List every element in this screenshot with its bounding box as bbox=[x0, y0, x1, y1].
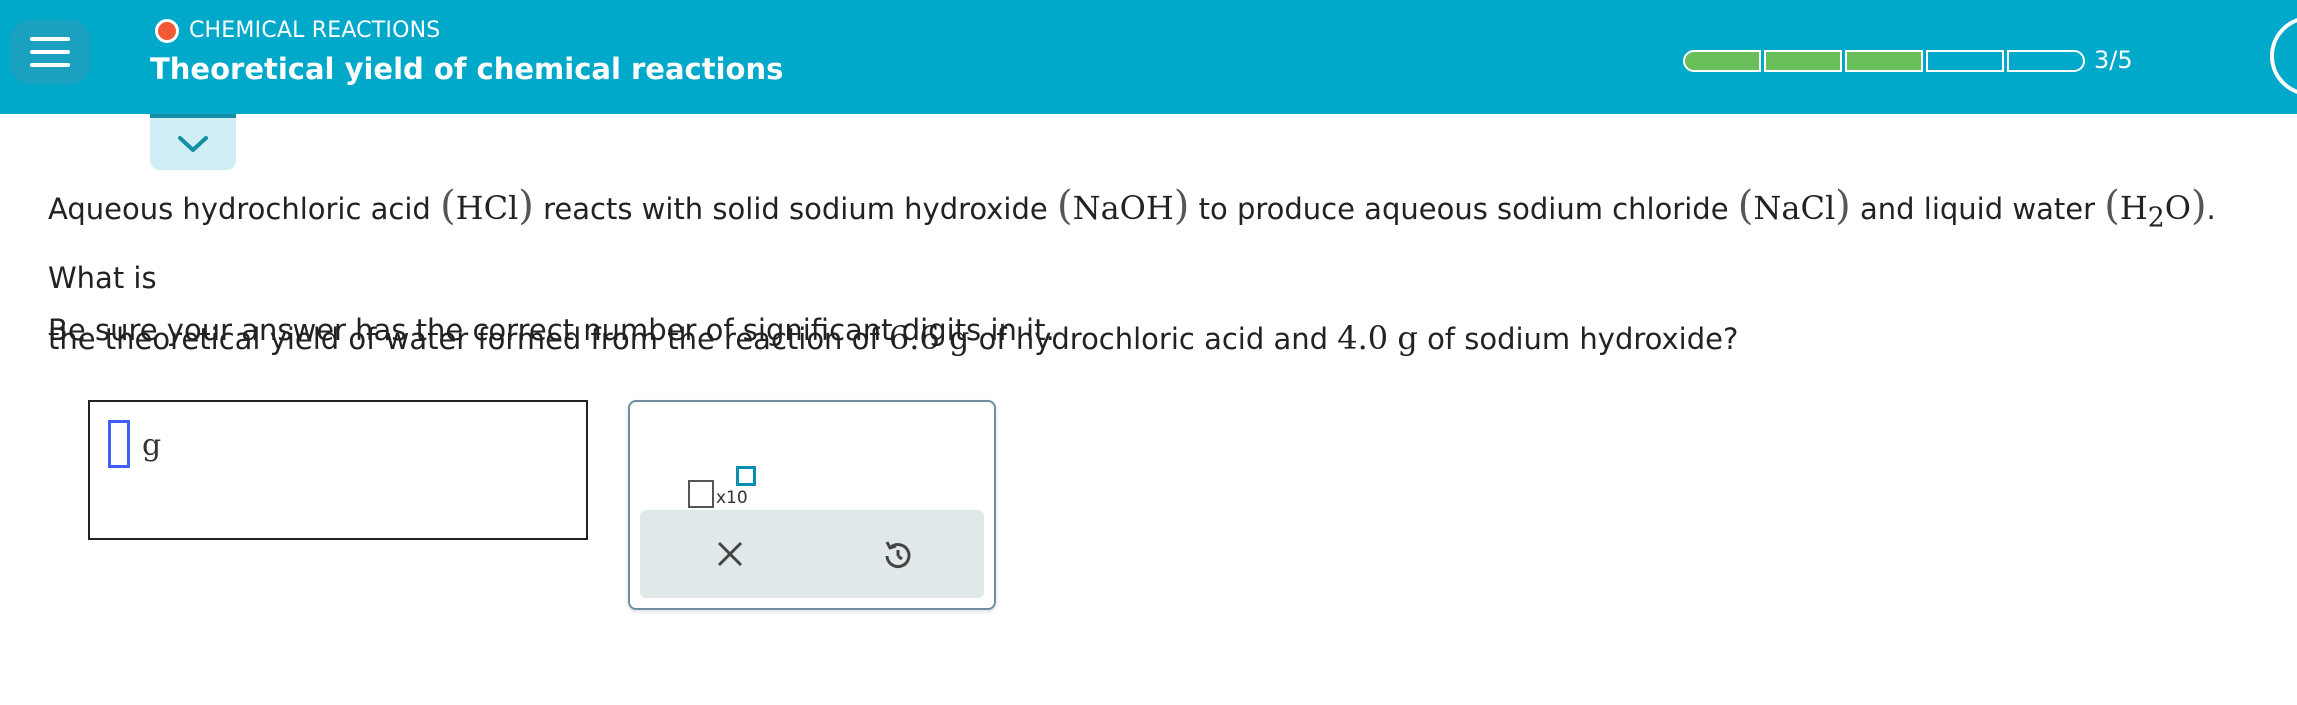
progress-count: 3/5 bbox=[2094, 46, 2133, 74]
undo-button[interactable] bbox=[878, 534, 918, 574]
sci-notation-label: x10 bbox=[716, 488, 748, 508]
instruction-text: Be sure your answer has the correct numb… bbox=[48, 313, 1055, 347]
progress-segment bbox=[2007, 50, 2085, 72]
help-button[interactable] bbox=[2270, 16, 2297, 96]
formula-h2o: H2O bbox=[2119, 189, 2191, 233]
formula-nacl: NaCl bbox=[1753, 189, 1836, 227]
progress-segment bbox=[1764, 50, 1842, 72]
header-bar: CHEMICAL REACTIONS Theoretical yield of … bbox=[0, 0, 2297, 114]
answer-unit: g bbox=[142, 428, 162, 463]
topic-text: CHEMICAL REACTIONS bbox=[189, 18, 441, 43]
exponent-box-icon bbox=[736, 466, 756, 486]
close-paren: ) bbox=[1835, 183, 1851, 229]
progress-segment bbox=[1926, 50, 2004, 72]
progress-bar bbox=[1683, 50, 2085, 72]
clear-button[interactable] bbox=[710, 534, 750, 574]
close-paren: ) bbox=[2190, 183, 2207, 229]
formula-subscript: 2 bbox=[2147, 202, 2165, 234]
question-fragment: of sodium hydroxide? bbox=[1427, 322, 1739, 357]
mass-value-naoh: 4.0 bbox=[1337, 319, 1389, 358]
chevron-down-icon bbox=[178, 136, 208, 152]
undo-icon bbox=[885, 541, 911, 569]
clear-icon bbox=[717, 541, 743, 567]
open-paren: ( bbox=[2104, 183, 2120, 229]
question-fragment: and liquid water bbox=[1860, 192, 2095, 226]
formula-part: H bbox=[2119, 189, 2148, 227]
progress-segment bbox=[1845, 50, 1923, 72]
answer-input[interactable] bbox=[88, 400, 588, 540]
topic-label: CHEMICAL REACTIONS bbox=[155, 18, 440, 43]
open-paren: ( bbox=[1056, 183, 1073, 229]
formula-hcl: HCl bbox=[455, 189, 519, 227]
hamburger-line bbox=[30, 37, 70, 41]
tools-panel: x10 bbox=[628, 400, 996, 610]
sci-notation-button[interactable]: x10 bbox=[658, 432, 756, 508]
question-fragment: to produce aqueous sodium chloride bbox=[1198, 192, 1729, 226]
page-title: Theoretical yield of chemical reactions bbox=[150, 52, 784, 86]
hamburger-line bbox=[30, 50, 70, 54]
open-paren: ( bbox=[440, 183, 456, 229]
close-paren: ) bbox=[518, 183, 534, 229]
question-fragment: Aqueous hydrochloric acid bbox=[48, 192, 431, 226]
collapse-toggle-button[interactable] bbox=[150, 114, 236, 170]
question-fragment: reacts with solid sodium hydroxide bbox=[543, 192, 1048, 226]
answer-cursor-slot[interactable] bbox=[108, 420, 130, 468]
hamburger-line bbox=[30, 63, 70, 67]
progress-segment bbox=[1683, 50, 1761, 72]
menu-button[interactable] bbox=[10, 20, 90, 84]
sci-notation-icon bbox=[688, 480, 714, 508]
formula-naoh: NaOH bbox=[1072, 189, 1174, 227]
mass-unit: g bbox=[1397, 319, 1418, 358]
open-paren: ( bbox=[1737, 183, 1754, 229]
formula-part: O bbox=[2164, 189, 2191, 227]
tools-action-bar bbox=[640, 510, 984, 598]
topic-status-dot bbox=[155, 18, 179, 43]
close-paren: ) bbox=[1173, 183, 1190, 229]
